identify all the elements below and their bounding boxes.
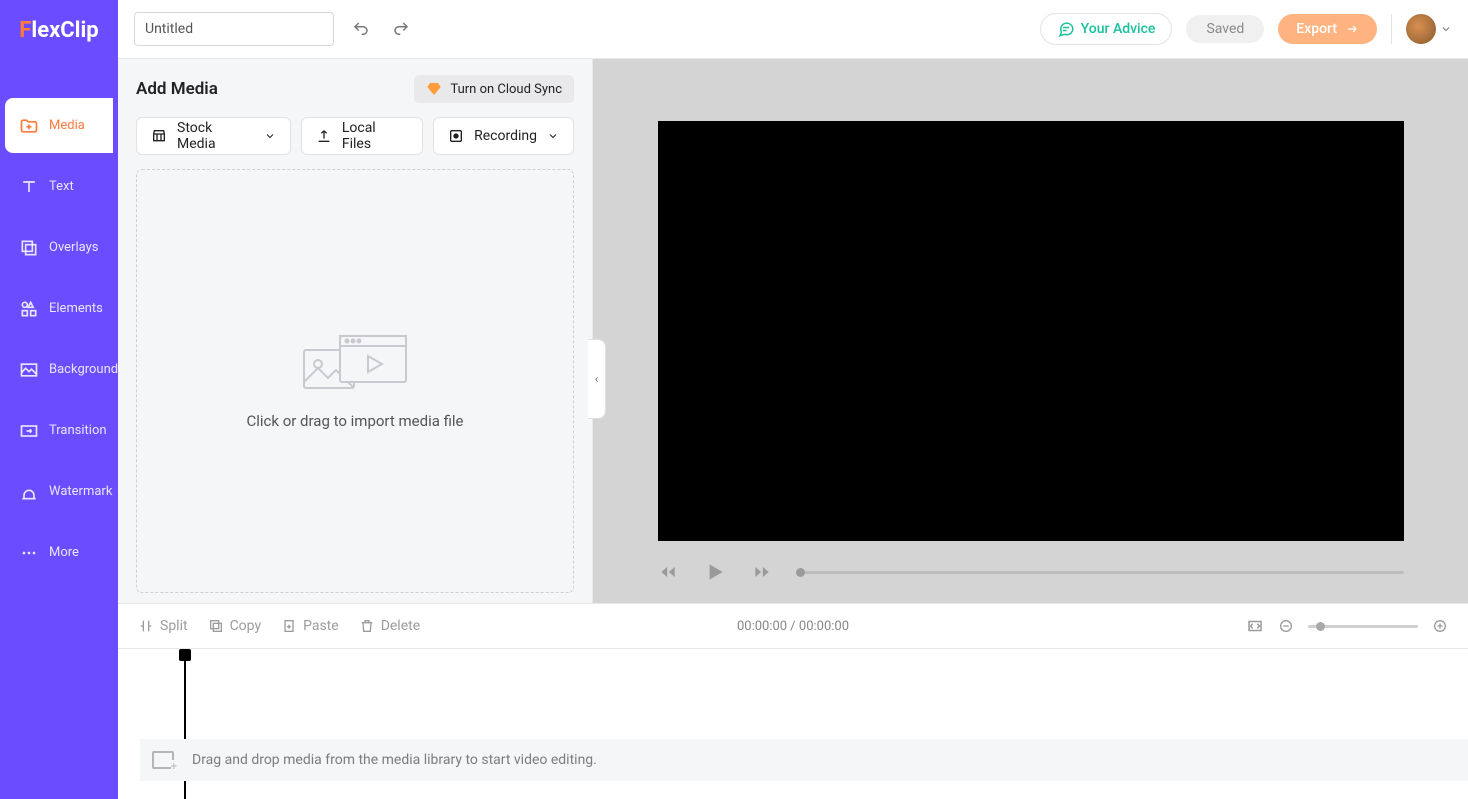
- project-title-input[interactable]: [134, 12, 334, 46]
- paste-label: Paste: [303, 618, 339, 634]
- split-button[interactable]: Split: [138, 618, 188, 634]
- media-panel-title: Add Media: [136, 79, 218, 99]
- sidebar-item-text[interactable]: Text: [5, 159, 113, 214]
- redo-button[interactable]: [388, 16, 414, 42]
- split-icon: [138, 618, 154, 634]
- fit-button[interactable]: [1246, 617, 1264, 635]
- forward-button[interactable]: [752, 562, 772, 582]
- chat-icon: [1057, 20, 1075, 38]
- your-advice-button[interactable]: Your Advice: [1040, 13, 1173, 45]
- sidebar-item-label: Elements: [49, 301, 103, 316]
- topbar-divider: [1391, 14, 1392, 44]
- import-media-icon: [300, 332, 410, 392]
- sidebar-item-label: Text: [49, 179, 74, 194]
- delete-button[interactable]: Delete: [359, 618, 420, 634]
- timeline-empty-hint: Drag and drop media from the media libra…: [140, 739, 1468, 781]
- record-icon: [448, 128, 464, 144]
- undo-button[interactable]: [348, 16, 374, 42]
- sidebar-item-label: Background: [49, 362, 118, 377]
- left-sidebar: FlexClip Media Text Overlays Elements: [0, 0, 118, 799]
- paste-button[interactable]: Paste: [281, 618, 339, 634]
- add-media-icon: [152, 751, 174, 769]
- export-button[interactable]: Export: [1278, 14, 1377, 44]
- transition-icon: [19, 421, 39, 441]
- zoom-out-button[interactable]: [1278, 618, 1294, 634]
- cloud-sync-button[interactable]: Turn on Cloud Sync: [414, 75, 574, 103]
- arrow-right-icon: [1345, 22, 1359, 36]
- rewind-button[interactable]: [658, 562, 678, 582]
- more-icon: [19, 543, 39, 563]
- collapse-panel-button[interactable]: ‹: [588, 339, 606, 419]
- copy-button[interactable]: Copy: [208, 618, 262, 634]
- timeline-toolbar: Split Copy Paste Delete 00:00:00 / 00:00…: [118, 603, 1468, 649]
- zoom-slider[interactable]: [1308, 625, 1418, 628]
- split-label: Split: [160, 618, 188, 634]
- store-icon: [151, 128, 167, 144]
- sidebar-item-media[interactable]: Media: [5, 98, 113, 153]
- sidebar-item-label: More: [49, 545, 79, 560]
- export-label: Export: [1296, 21, 1337, 37]
- overlays-icon: [19, 238, 39, 258]
- stock-media-button[interactable]: Stock Media: [136, 117, 291, 155]
- zoom-in-button[interactable]: [1432, 618, 1448, 634]
- sidebar-item-elements[interactable]: Elements: [5, 281, 113, 336]
- advice-label: Your Advice: [1081, 21, 1156, 37]
- main-area: Your Advice Saved Export Add: [118, 0, 1468, 799]
- sidebar-item-transition[interactable]: Transition: [5, 403, 113, 458]
- timeline-hint-text: Drag and drop media from the media libra…: [192, 752, 597, 768]
- trash-icon: [359, 618, 375, 634]
- sidebar-item-label: Watermark: [49, 484, 112, 499]
- recording-button[interactable]: Recording: [433, 117, 574, 155]
- media-panel: Add Media Turn on Cloud Sync Stock Media: [118, 59, 593, 603]
- chevron-left-icon: ‹: [595, 372, 599, 386]
- elements-icon: [19, 299, 39, 319]
- recording-label: Recording: [474, 128, 537, 144]
- local-files-label: Local Files: [342, 120, 408, 152]
- timeline[interactable]: Drag and drop media from the media libra…: [118, 649, 1468, 799]
- play-button[interactable]: [702, 559, 728, 585]
- chevron-down-icon: [1440, 23, 1452, 35]
- sidebar-item-label: Media: [49, 118, 85, 133]
- sidebar-item-label: Overlays: [49, 240, 98, 255]
- brand-logo-text: lexClip: [31, 18, 98, 43]
- sidebar-item-overlays[interactable]: Overlays: [5, 220, 113, 275]
- copy-label: Copy: [230, 618, 262, 634]
- delete-label: Delete: [381, 618, 420, 634]
- text-icon: [19, 177, 39, 197]
- background-icon: [19, 360, 39, 380]
- time-display: 00:00:00 / 00:00:00: [737, 619, 849, 634]
- video-canvas[interactable]: [658, 121, 1404, 541]
- top-bar: Your Advice Saved Export: [118, 0, 1468, 59]
- media-dropzone[interactable]: Click or drag to import media file: [136, 169, 574, 593]
- cloud-sync-label: Turn on Cloud Sync: [450, 82, 562, 97]
- stock-media-label: Stock Media: [177, 120, 254, 152]
- watermark-icon: [19, 482, 39, 502]
- brand-logo: FlexClip: [19, 18, 98, 43]
- sidebar-item-background[interactable]: Background: [5, 342, 113, 397]
- upload-icon: [316, 128, 332, 144]
- sidebar-item-more[interactable]: More: [5, 525, 113, 580]
- sidebar-item-label: Transition: [49, 423, 107, 438]
- sidebar-item-watermark[interactable]: Watermark: [5, 464, 113, 519]
- save-status: Saved: [1186, 15, 1264, 43]
- dropzone-text: Click or drag to import media file: [246, 412, 463, 430]
- brand-logo-accent: F: [19, 18, 31, 43]
- chevron-down-icon: [264, 130, 276, 142]
- player-controls: [658, 541, 1404, 585]
- preview-area: [593, 59, 1468, 603]
- diamond-icon: [426, 81, 442, 97]
- copy-icon: [208, 618, 224, 634]
- paste-icon: [281, 618, 297, 634]
- media-folder-icon: [19, 116, 39, 136]
- avatar: [1406, 14, 1436, 44]
- account-menu[interactable]: [1406, 14, 1452, 44]
- chevron-down-icon: [547, 130, 559, 142]
- playback-progress[interactable]: [796, 571, 1404, 574]
- local-files-button[interactable]: Local Files: [301, 117, 423, 155]
